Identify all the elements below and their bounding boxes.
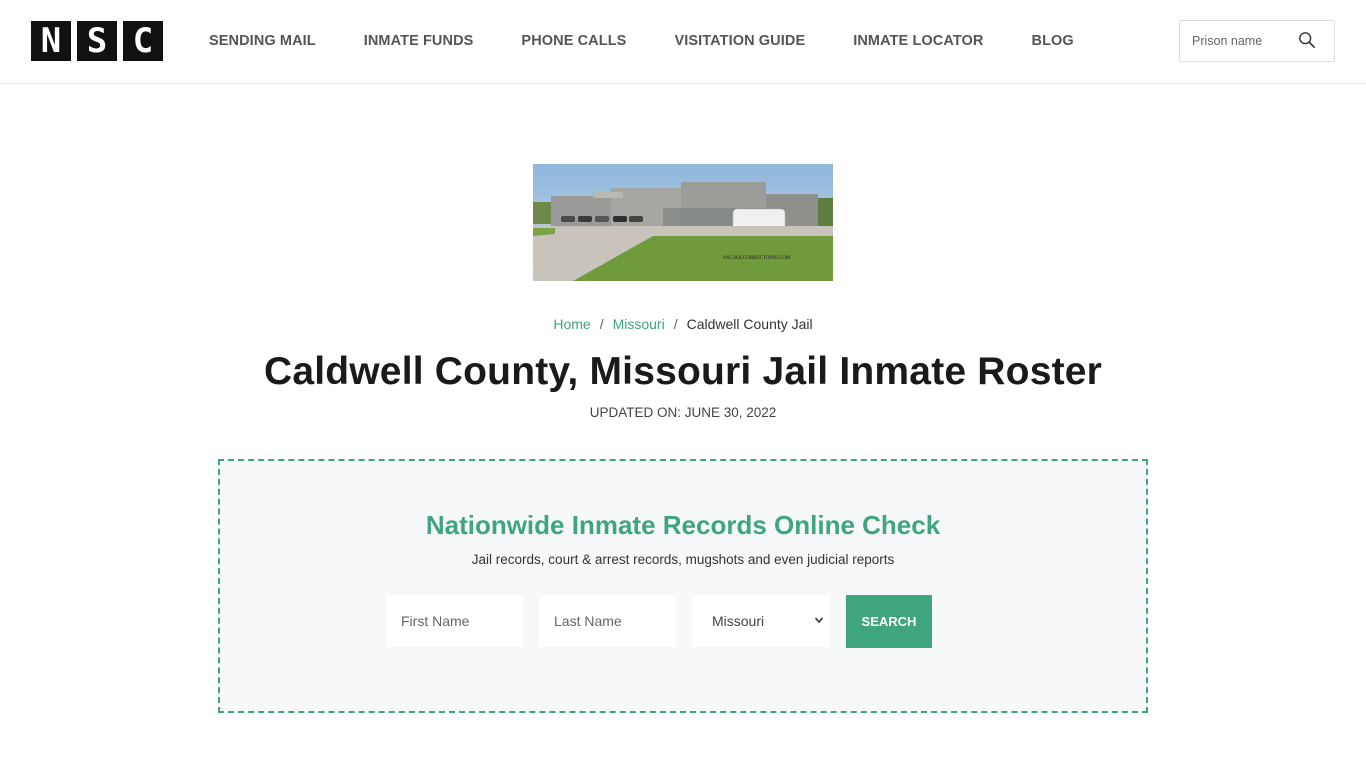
prison-search-input[interactable] [1180, 21, 1292, 61]
search-icon[interactable] [1298, 31, 1316, 49]
state-select-wrapper: Missouri [692, 595, 830, 647]
jail-photo: NSCJAILCORRECTIONS.COM [533, 164, 833, 281]
breadcrumb: Home / Missouri / Caldwell County Jail [0, 316, 1366, 332]
nav-sending-mail[interactable]: SENDING MAIL [209, 33, 316, 49]
breadcrumb-separator: / [673, 316, 678, 332]
jail-building-image: NSCJAILCORRECTIONS.COM [533, 164, 833, 281]
nav-visitation-guide[interactable]: VISITATION GUIDE [674, 33, 805, 49]
nav-phone-calls[interactable]: PHONE CALLS [521, 33, 626, 49]
nav-inmate-funds[interactable]: INMATE FUNDS [364, 33, 474, 49]
panel-title: Nationwide Inmate Records Online Check [425, 510, 941, 540]
logo-letter-n: N [31, 21, 71, 61]
updated-date: UPDATED ON: JUNE 30, 2022 [589, 405, 777, 420]
page-title: Caldwell County, Missouri Jail Inmate Ro… [263, 350, 1103, 393]
breadcrumb-current: Caldwell County Jail [686, 316, 813, 332]
photo-watermark: NSCJAILCORRECTIONS.COM [723, 256, 791, 261]
search-button[interactable]: SEARCH [846, 595, 932, 648]
site-logo[interactable]: N S C [31, 21, 163, 61]
search-form: Missouri SEARCH [386, 595, 932, 648]
site-header: N S C SENDING MAIL INMATE FUNDS PHONE CA… [0, 0, 1366, 84]
last-name-input[interactable] [539, 595, 676, 647]
first-name-input[interactable] [386, 595, 523, 647]
breadcrumb-home[interactable]: Home [553, 316, 590, 332]
logo-letter-c: C [123, 21, 163, 61]
panel-subtitle: Jail records, court & arrest records, mu… [471, 552, 895, 567]
prison-search [1179, 20, 1335, 62]
nav-inmate-locator[interactable]: INMATE LOCATOR [853, 33, 983, 49]
main-nav: SENDING MAIL INMATE FUNDS PHONE CALLS VI… [209, 33, 1122, 49]
breadcrumb-missouri[interactable]: Missouri [613, 316, 665, 332]
state-select[interactable]: Missouri [692, 595, 830, 647]
nav-blog[interactable]: BLOG [1032, 33, 1074, 49]
breadcrumb-separator: / [599, 316, 604, 332]
logo-letter-s: S [77, 21, 117, 61]
inmate-records-search-panel: Nationwide Inmate Records Online Check J… [218, 459, 1148, 713]
